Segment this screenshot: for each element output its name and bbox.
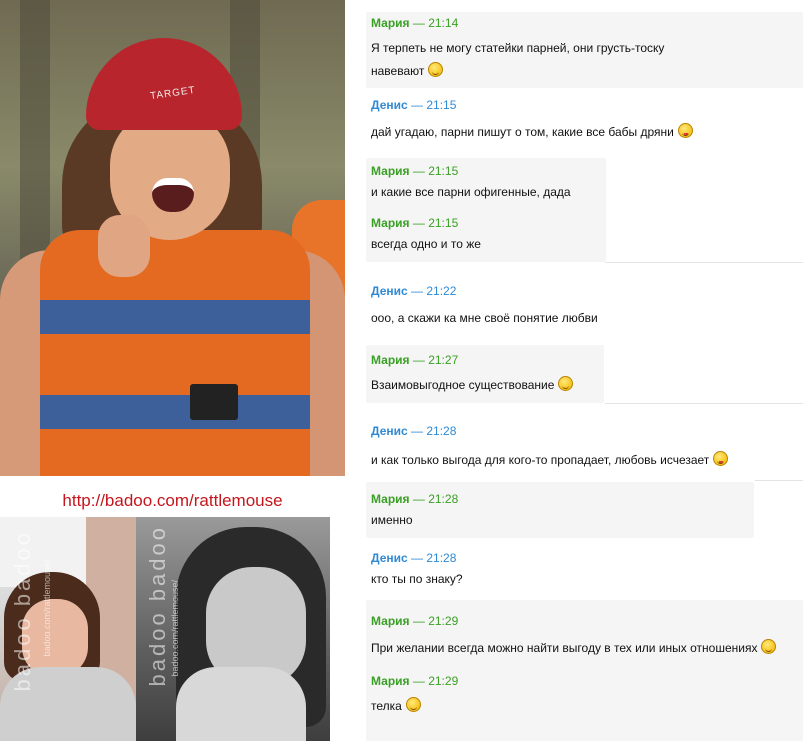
message-author: Мария — 21:29 [371, 674, 459, 688]
message-author: Мария — 21:29 [371, 614, 459, 628]
watermark-url: badoo.com/rattlemouse/ [42, 560, 52, 657]
vest-strap [40, 300, 310, 334]
message-text: телка [371, 694, 797, 718]
message-author: Мария — 21:15 [371, 164, 459, 178]
profile-photo-main: TARGET [0, 0, 345, 476]
chat-message-group: Мария — 21:15 и какие все парни офигенны… [366, 158, 606, 262]
chat-message: Денис — 21:22 ооо, а скажи ка мне своё п… [366, 280, 803, 336]
message-author: Денис — 21:28 [371, 551, 457, 565]
message-author: Денис — 21:15 [371, 98, 457, 112]
message-author: Денис — 21:28 [371, 424, 457, 438]
vest-strap [40, 395, 310, 429]
watermark-url: badoo.com/rattlemouse/ [170, 580, 180, 677]
chat-message: Денис — 21:28 и как только выгода для ко… [366, 420, 803, 476]
divider [605, 403, 803, 404]
chat-message: Денис — 21:28 кто ты по знаку? [366, 545, 803, 597]
divider [605, 262, 803, 263]
message-text: ооо, а скажи ка мне своё понятие любви [371, 311, 598, 325]
message-text: кто ты по знаку? [371, 572, 463, 586]
message-text: дай угадаю, парни пишут о том, какие все… [371, 120, 797, 144]
chat-message: Мария — 21:14 Я терпеть не могу статейки… [366, 12, 803, 88]
chat-message-group: Мария — 21:29 При желании всегда можно н… [366, 600, 803, 741]
watermark-logo: badoo badoo [10, 530, 35, 692]
profile-link[interactable]: http://badoo.com/rattlemouse [0, 491, 345, 511]
smile-emoticon-icon [558, 376, 574, 391]
message-author: Мария — 21:28 [371, 492, 459, 506]
vest-buckle [190, 384, 238, 420]
message-text: При желании всегда можно найти выгоду в … [371, 636, 797, 660]
message-text: Взаимовыгодное существование [371, 373, 598, 397]
tongue-emoticon-icon [713, 451, 729, 466]
mouth [152, 178, 194, 212]
divider [755, 480, 803, 481]
message-author: Денис — 21:22 [371, 284, 457, 298]
tongue-emoticon-icon [677, 123, 693, 138]
watermark-logo: badoo badoo [145, 525, 170, 687]
message-text: всегда одно и то же [371, 237, 481, 251]
chat-message: Мария — 21:27 Взаимовыгодное существован… [366, 345, 604, 403]
message-text: и какие все парни офигенные, дада [371, 185, 571, 199]
hand [176, 667, 306, 741]
life-vest [40, 230, 310, 476]
smile-emoticon-icon [428, 62, 444, 77]
smile-emoticon-icon [761, 639, 777, 654]
message-text: Я терпеть не могу статейки парней, они г… [371, 41, 665, 55]
chat-message: Денис — 21:15 дай угадаю, парни пишут о … [366, 98, 803, 150]
message-author: Мария — 21:27 [371, 353, 459, 367]
message-author: Мария — 21:15 [371, 216, 459, 230]
chat-message: Мария — 21:28 именно [366, 482, 754, 538]
message-author: Мария — 21:14 [371, 16, 459, 30]
helmet [86, 38, 242, 130]
smile-emoticon-icon [405, 697, 421, 712]
hand [98, 215, 150, 277]
message-text: навевают [371, 60, 797, 82]
message-text: и как только выгода для кого-то пропадае… [371, 448, 797, 472]
message-text: именно [371, 513, 413, 527]
